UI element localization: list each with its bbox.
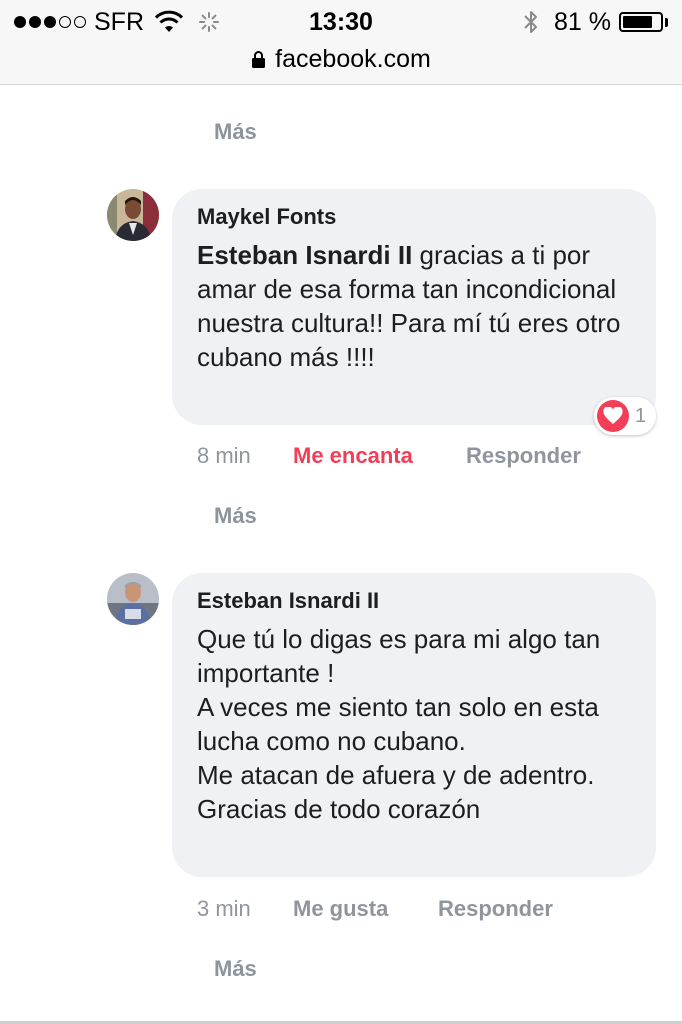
comment-author[interactable]: Esteban Isnardi II [197,588,634,614]
status-bar: SFR 13:30 81 % facebook.com [0,0,682,85]
comment-line: Gracias de todo corazón [197,794,481,824]
bluetooth-icon [524,11,538,33]
like-button[interactable]: Me gusta [293,896,438,922]
more-replies-link[interactable]: Más [214,956,257,982]
more-replies-link[interactable]: Más [214,503,257,529]
address-bar[interactable]: facebook.com [0,42,682,76]
battery-level [623,16,653,28]
comment-line: Me atacan de afuera y de adentro. [197,760,595,790]
comment-actions: 8 min Me encanta Responder [197,443,581,469]
comment-timestamp[interactable]: 8 min [197,443,293,469]
battery-icon [619,12,663,32]
reply-button[interactable]: Responder [438,896,553,922]
comment-mention[interactable]: Esteban Isnardi II [197,240,412,270]
reaction-summary[interactable]: 1 [594,397,657,435]
love-button[interactable]: Me encanta [293,443,466,469]
reply-button[interactable]: Responder [466,443,581,469]
comment-text: Esteban Isnardi II gracias a ti por amar… [197,238,634,374]
avatar[interactable] [107,573,159,625]
url-text[interactable]: facebook.com [275,45,431,74]
battery-percent: 81 % [554,7,611,36]
status-bar-right: 81 % [522,6,668,38]
comment-bubble: Maykel Fonts Esteban Isnardi II gracias … [172,189,656,425]
battery-tip [665,17,668,27]
avatar[interactable] [107,189,159,241]
comment-bubble: Esteban Isnardi II Que tú lo digas es pa… [172,573,656,877]
avatar-photo-icon [107,189,159,241]
comment-line: Que tú lo digas es para mi algo tan impo… [197,624,601,688]
avatar-photo-icon [107,573,159,625]
comment-text: Que tú lo digas es para mi algo tan impo… [197,622,634,826]
love-reaction-icon [597,400,629,432]
more-replies-link[interactable]: Más [214,119,257,145]
comment-author[interactable]: Maykel Fonts [197,204,634,230]
comment-timestamp[interactable]: 3 min [197,896,293,922]
reaction-count: 1 [635,404,647,427]
comment-actions: 3 min Me gusta Responder [197,896,553,922]
lock-icon [252,51,266,68]
comment-line: A veces me siento tan solo en esta lucha… [197,692,599,756]
